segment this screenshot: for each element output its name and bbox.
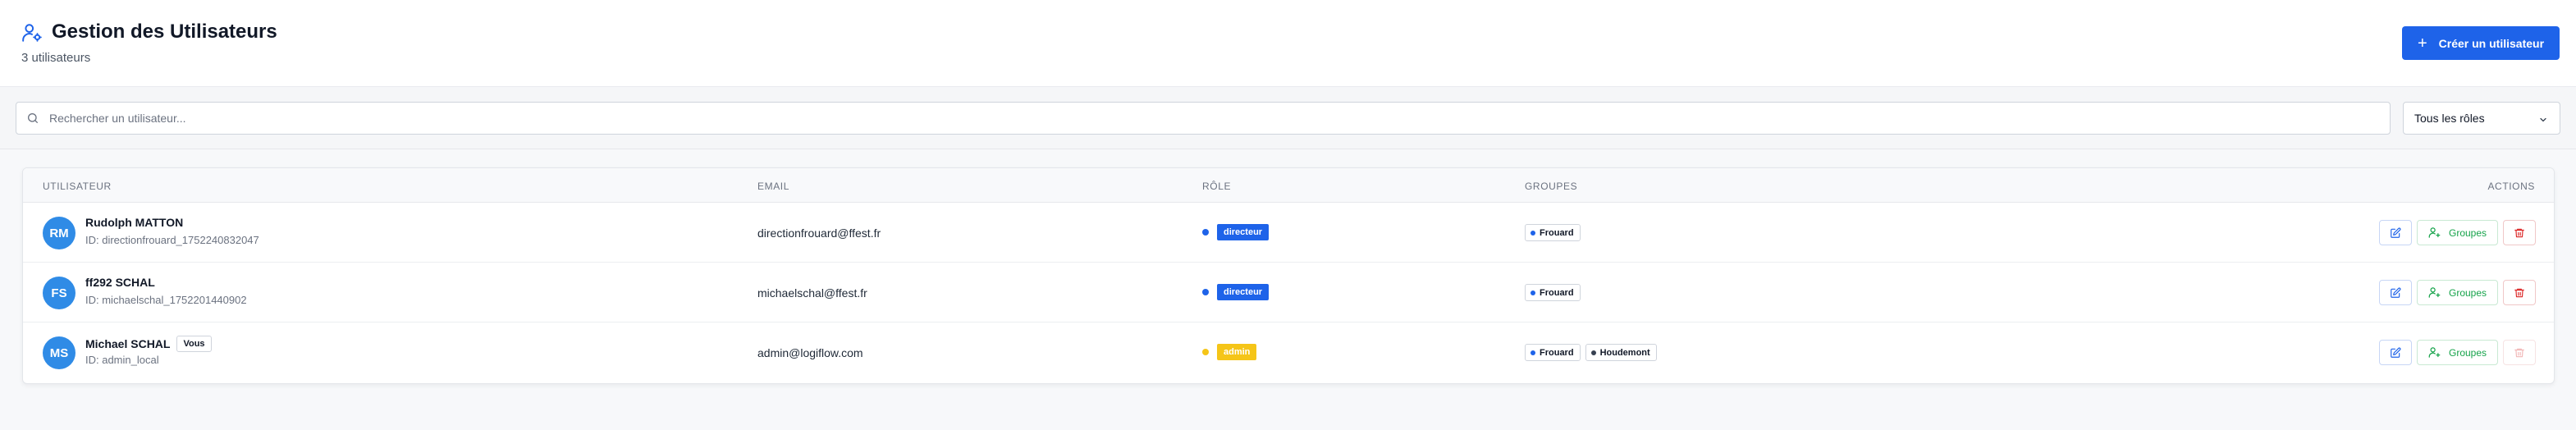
column-header-actions: Actions [2487,181,2535,192]
edit-button[interactable] [2379,280,2412,305]
user-name-text: ff292 SCHAL [85,276,155,289]
table-row: RM Rudolph MATTON ID: directionfrouard_1… [23,203,2554,263]
search-input[interactable] [49,103,2380,134]
user-count: 3 utilisateurs [21,51,91,65]
group-list: Frouard [1525,284,1581,301]
avatar: MS [43,336,75,369]
create-user-button[interactable]: + Créer un utilisateur [2402,26,2560,60]
role-filter-value: Tous les rôles [2414,112,2485,125]
group-chip: Frouard [1525,224,1581,241]
group-dot [1531,230,1535,236]
role-badge: admin [1217,344,1257,360]
role-badge: directeur [1217,284,1270,300]
trash-icon [2514,348,2524,357]
role-badge: directeur [1217,224,1270,240]
user-name-text: Michael SCHAL [85,337,171,350]
user-add-icon [2428,347,2441,358]
delete-button[interactable] [2503,340,2536,365]
create-user-label: Créer un utilisateur [2438,36,2545,50]
user-id: ID: directionfrouard_1752240832047 [85,234,259,246]
user-id: ID: admin_local [85,354,159,366]
users-table: Utilisateur Email Rôle Groupes Actions R… [22,167,2555,384]
user-name: Michael SCHAL Vous [85,336,212,352]
group-name: Frouard [1540,227,1574,238]
table-header: Utilisateur Email Rôle Groupes Actions [23,168,2554,203]
trash-icon [2514,288,2524,297]
group-list: Frouard Houdemont [1525,344,1657,361]
chevron-down-icon [2540,117,2546,122]
avatar: RM [43,217,75,249]
group-chip: Frouard [1525,344,1581,361]
manage-groups-label: Groupes [2448,226,2487,239]
user-name-text: Rudolph MATTON [85,216,184,229]
manage-groups-label: Groupes [2448,346,2487,359]
group-dot [1531,290,1535,295]
edit-icon [2391,227,2401,238]
column-header-groups: Groupes [1525,181,1578,192]
column-header-user: Utilisateur [43,181,112,192]
row-actions: Groupes [2379,280,2536,305]
group-dot [1531,350,1535,355]
manage-groups-button[interactable]: Groupes [2417,220,2498,245]
group-chip: Houdemont [1585,344,1657,361]
user-settings-icon [22,24,42,42]
delete-button[interactable] [2503,220,2536,245]
user-name: Rudolph MATTON [85,216,183,229]
page-header: Gestion des Utilisateurs 3 utilisateurs … [0,0,2576,87]
edit-button[interactable] [2379,220,2412,245]
group-name: Houdemont [1599,347,1650,358]
current-user-badge: Vous [176,336,212,352]
user-email: directionfrouard@ffest.fr [757,226,881,240]
role-filter-select[interactable]: Tous les rôles [2403,102,2560,135]
avatar: FS [43,277,75,309]
role-dot [1202,349,1209,355]
table-row: MS Michael SCHAL Vous ID: admin_local ad… [23,322,2554,382]
edit-button[interactable] [2379,340,2412,365]
edit-icon [2391,347,2401,358]
user-email: admin@logiflow.com [757,346,863,359]
user-email: michaelschal@ffest.fr [757,286,867,300]
search-icon [28,113,38,123]
filter-bar: Tous les rôles [0,87,2576,149]
user-id: ID: michaelschal_1752201440902 [85,294,247,306]
role-dot [1202,229,1209,236]
user-add-icon [2428,287,2441,298]
group-list: Frouard [1525,224,1581,241]
row-actions: Groupes [2379,220,2536,245]
plus-icon: + [2417,34,2427,53]
group-name: Frouard [1540,347,1574,358]
manage-groups-button[interactable]: Groupes [2417,280,2498,305]
trash-icon [2514,228,2524,237]
column-header-email: Email [757,181,790,192]
group-name: Frouard [1540,287,1574,298]
user-name: ff292 SCHAL [85,276,155,289]
group-dot [1590,350,1596,355]
row-actions: Groupes [2379,340,2536,365]
group-chip: Frouard [1525,284,1581,301]
search-box [16,102,2391,135]
table-row: FS ff292 SCHAL ID: michaelschal_17522014… [23,263,2554,322]
role-dot [1202,289,1209,295]
edit-icon [2391,287,2401,298]
page-title: Gestion des Utilisateurs [52,21,277,43]
user-add-icon [2428,227,2441,238]
column-header-role: Rôle [1202,181,1232,192]
manage-groups-button[interactable]: Groupes [2417,340,2498,365]
delete-button[interactable] [2503,280,2536,305]
manage-groups-label: Groupes [2448,286,2487,299]
